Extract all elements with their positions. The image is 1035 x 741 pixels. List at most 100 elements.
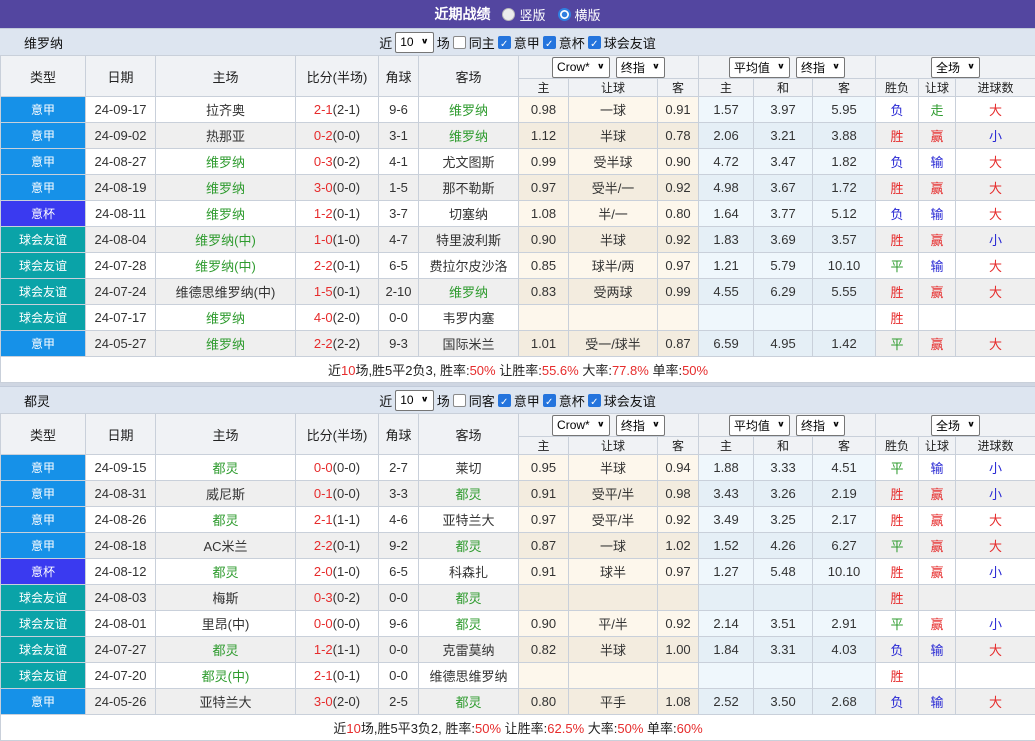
avg-home-odds: 1.57 [699,97,754,123]
results-table: 类型 日期 主场 比分(半场) 角球 客场 Crow*∨ 终指∨ 平均值∨ 终指… [0,413,1035,741]
chevron-down-icon: ∨ [652,63,660,71]
coppa-italia-checkbox[interactable] [543,394,556,407]
corner-score: 3-1 [379,123,419,149]
result-winloss: 负 [876,689,919,715]
team-name: 维罗纳 [24,33,63,52]
handicap-group-header: Crow*∨ 终指∨ [519,56,699,79]
handicap-home-odds: 0.85 [519,253,569,279]
match-row: 球会友谊24-08-04维罗纳(中)1-0(1-0)4-7特里波利斯0.90半球… [1,227,1035,253]
corner-score: 4-6 [379,507,419,533]
handicap-home-odds [519,585,569,611]
avg-away-odds: 1.72 [813,175,876,201]
corner-score: 2-7 [379,455,419,481]
match-score: 3-0(2-0) [296,689,379,715]
result-winloss: 平 [876,611,919,637]
average-select[interactable]: 平均值∨ [729,57,790,78]
result-handicap: 赢 [919,331,956,357]
match-row: 意甲24-09-17拉齐奥2-1(2-1)9-6维罗纳0.98一球0.911.5… [1,97,1035,123]
average-select[interactable]: 平均值∨ [729,415,790,436]
match-count-select[interactable]: 10 ∨ [395,390,433,411]
same-venue-checkbox[interactable] [453,36,466,49]
handicap-away-odds: 0.98 [658,481,699,507]
chevron-down-icon: ∨ [421,38,429,46]
competition-badge: 意甲 [1,533,86,559]
avg-draw-odds: 3.69 [754,227,813,253]
serie-a-checkbox[interactable] [498,36,511,49]
result-winloss: 胜 [876,175,919,201]
away-team: 那不勒斯 [419,175,519,201]
match-row: 意杯24-08-12都灵2-0(1-0)6-5科森扎0.91球半0.971.27… [1,559,1035,585]
odds-time-select[interactable]: 终指∨ [616,57,665,78]
result-goals: 大 [956,253,1035,279]
avg-home-odds: 1.83 [699,227,754,253]
match-date: 24-08-26 [86,507,156,533]
radio-icon[interactable] [558,8,571,21]
serie-a-checkbox[interactable] [498,394,511,407]
match-count-select[interactable]: 10 ∨ [395,32,433,53]
radio-icon[interactable] [502,8,515,21]
result-handicap: 赢 [919,227,956,253]
view-option-horizontal[interactable]: 横版 [558,5,601,24]
match-score: 1-5(0-1) [296,279,379,305]
view-option-vertical[interactable]: 竖版 [502,5,545,24]
scope-select[interactable]: 全场∨ [931,57,980,78]
subcol-avg-away: 客 [813,437,876,455]
coppa-italia-checkbox[interactable] [543,36,556,49]
away-team: 国际米兰 [419,331,519,357]
handicap-line [569,305,658,331]
corner-score: 4-7 [379,227,419,253]
avg-away-odds: 5.12 [813,201,876,227]
avg-away-odds: 6.27 [813,533,876,559]
match-row: 意甲24-09-15都灵0-0(0-0)2-7莱切0.95半球0.941.883… [1,455,1035,481]
away-team: 都灵 [419,533,519,559]
home-team: 梅斯 [156,585,296,611]
match-date: 24-08-19 [86,175,156,201]
match-score: 0-0(0-0) [296,455,379,481]
average-time-select[interactable]: 终指∨ [796,415,845,436]
away-team: 维罗纳 [419,279,519,305]
result-goals [956,663,1035,689]
result-goals: 大 [956,175,1035,201]
average-time-select[interactable]: 终指∨ [796,57,845,78]
competition-badge: 球会友谊 [1,637,86,663]
odds-provider-select[interactable]: Crow*∨ [552,57,610,78]
home-team: 威尼斯 [156,481,296,507]
match-date: 24-07-28 [86,253,156,279]
result-winloss: 负 [876,97,919,123]
home-team: 维罗纳 [156,175,296,201]
match-date: 24-09-17 [86,97,156,123]
handicap-away-odds [658,663,699,689]
result-goals [956,585,1035,611]
match-date: 24-07-27 [86,637,156,663]
odds-time-select[interactable]: 终指∨ [616,415,665,436]
result-winloss: 胜 [876,279,919,305]
result-winloss: 平 [876,253,919,279]
handicap-line: 半球 [569,227,658,253]
friendly-checkbox[interactable] [588,36,601,49]
match-score: 1-2(1-1) [296,637,379,663]
match-date: 24-08-03 [86,585,156,611]
chevron-down-icon: ∨ [597,421,605,429]
scope-select[interactable]: 全场∨ [931,415,980,436]
avg-away-odds: 10.10 [813,253,876,279]
match-date: 24-07-17 [86,305,156,331]
competition-badge: 球会友谊 [1,305,86,331]
subcol-avg-draw: 和 [754,437,813,455]
away-team: 都灵 [419,481,519,507]
title-bar: 近期战绩 竖版 横版 [0,0,1035,28]
handicap-away-odds [658,585,699,611]
home-team: 亚特兰大 [156,689,296,715]
handicap-home-odds: 1.12 [519,123,569,149]
handicap-line: 平手 [569,689,658,715]
subcol-away-odds: 客 [658,437,699,455]
match-score: 0-1(0-0) [296,481,379,507]
handicap-home-odds: 1.08 [519,201,569,227]
result-handicap: 输 [919,689,956,715]
odds-provider-select[interactable]: Crow*∨ [552,415,610,436]
friendly-checkbox[interactable] [588,394,601,407]
handicap-away-odds: 0.97 [658,253,699,279]
match-rows: 意甲24-09-17拉齐奥2-1(2-1)9-6维罗纳0.98一球0.911.5… [1,97,1035,357]
col-header-score: 比分(半场) [296,414,379,455]
same-venue-checkbox[interactable] [453,394,466,407]
away-team: 莱切 [419,455,519,481]
